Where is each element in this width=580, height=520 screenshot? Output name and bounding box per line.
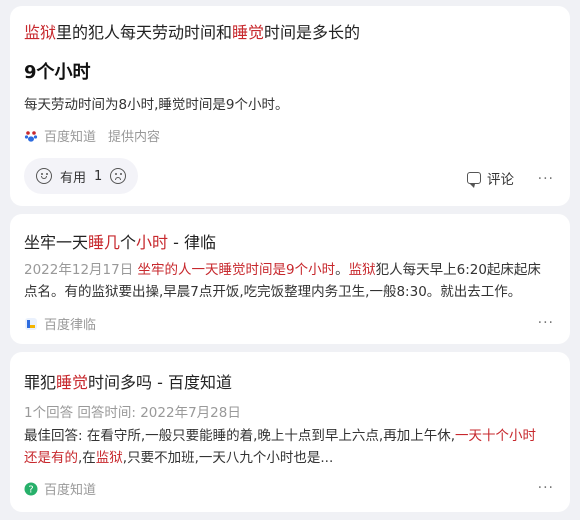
title-seg: 睡觉	[232, 23, 265, 42]
comment-label: 评论	[487, 172, 514, 188]
title-seg: 时间是多长的	[264, 23, 361, 42]
desc-seg: 最佳回答: 在看守所,一般只要能睡的着,晚上十点到早上六点,再加上午休,	[24, 428, 456, 444]
card1-source[interactable]: 百度知道 提供内容	[24, 126, 160, 145]
source-name: 百度知道	[44, 483, 97, 498]
card2-description: 2022年12月17日 坐牢的人一天睡觉时间是9个小时。监狱犯人每天早上6:20…	[24, 259, 544, 303]
source-name: 百度律临	[44, 318, 97, 333]
more-options-button[interactable]: ···	[538, 172, 554, 186]
more-options-button[interactable]: ···	[538, 316, 554, 330]
svg-text:?: ?	[28, 484, 33, 495]
card1-description: 每天劳动时间为8小时,睡觉时间是9个小时。	[24, 97, 289, 113]
smile-icon[interactable]	[36, 168, 52, 184]
comment-icon	[467, 172, 481, 188]
card3-title[interactable]: 罪犯睡觉时间多吗 - 百度知道	[24, 372, 232, 394]
more-options-button[interactable]: ···	[538, 481, 554, 495]
card2-title[interactable]: 坐牢一天睡几个小时 - 律临	[24, 232, 216, 254]
title-seg: 时间多吗 - 百度知道	[88, 373, 232, 392]
result-card-2[interactable]: 坐牢一天睡几个小时 - 律临 2022年12月17日 坐牢的人一天睡觉时间是9个…	[10, 214, 570, 344]
baidu-zhidao-icon: ?	[24, 482, 38, 495]
useful-label[interactable]: 有用	[60, 167, 86, 186]
title-seg: 睡觉	[56, 373, 89, 392]
title-seg: 监狱	[24, 23, 57, 42]
card1-title[interactable]: 监狱里的犯人每天劳动时间和睡觉时间是多长的	[24, 22, 360, 44]
useful-count: 1	[94, 168, 103, 184]
frown-icon[interactable]	[110, 168, 127, 184]
card3-description: 最佳回答: 在看守所,一般只要能睡的着,晚上十点到早上六点,再加上午休,一天十个…	[24, 425, 549, 469]
title-seg: 个	[120, 233, 137, 252]
desc-seg: ,在	[78, 450, 96, 466]
source-extra: 提供内容	[108, 130, 161, 145]
answer-text: 9个小时	[24, 62, 91, 83]
comment-button[interactable]: 评论	[467, 168, 514, 188]
title-seg: 小时	[136, 233, 169, 252]
title-seg: - 律临	[168, 233, 217, 252]
result-card-3[interactable]: 罪犯睡觉时间多吗 - 百度知道 1个回答 回答时间: 2022年7月28日 最佳…	[10, 352, 570, 512]
title-seg: 睡几	[88, 233, 121, 252]
title-seg: 罪犯	[24, 373, 57, 392]
result-card-1[interactable]: 监狱里的犯人每天劳动时间和睡觉时间是多长的 9个小时 每天劳动时间为8小时,睡觉…	[10, 6, 570, 206]
title-seg: 坐牢一天	[24, 233, 89, 252]
desc-seg: 。	[335, 262, 349, 278]
desc-seg: 监狱	[348, 262, 376, 278]
source-name: 百度知道	[44, 130, 97, 145]
baidu-paw-icon	[24, 130, 38, 142]
baidu-lvlin-icon	[25, 317, 37, 330]
card3-source[interactable]: ? 百度知道	[24, 479, 108, 498]
desc-seg: 坐牢的人一天睡觉时间是9个小时	[137, 262, 336, 278]
card2-source[interactable]: 百度律临	[24, 314, 108, 333]
useful-vote-bar: 有用 1	[24, 158, 139, 194]
desc-seg: ,只要不加班,一天八九个小时也是...	[122, 450, 334, 466]
card3-meta: 1个回答 回答时间: 2022年7月28日	[24, 405, 241, 421]
desc-seg: 监狱	[95, 450, 123, 466]
desc-date: 2022年12月17日	[24, 262, 138, 278]
title-seg: 里的犯人每天劳动时间和	[56, 23, 233, 42]
